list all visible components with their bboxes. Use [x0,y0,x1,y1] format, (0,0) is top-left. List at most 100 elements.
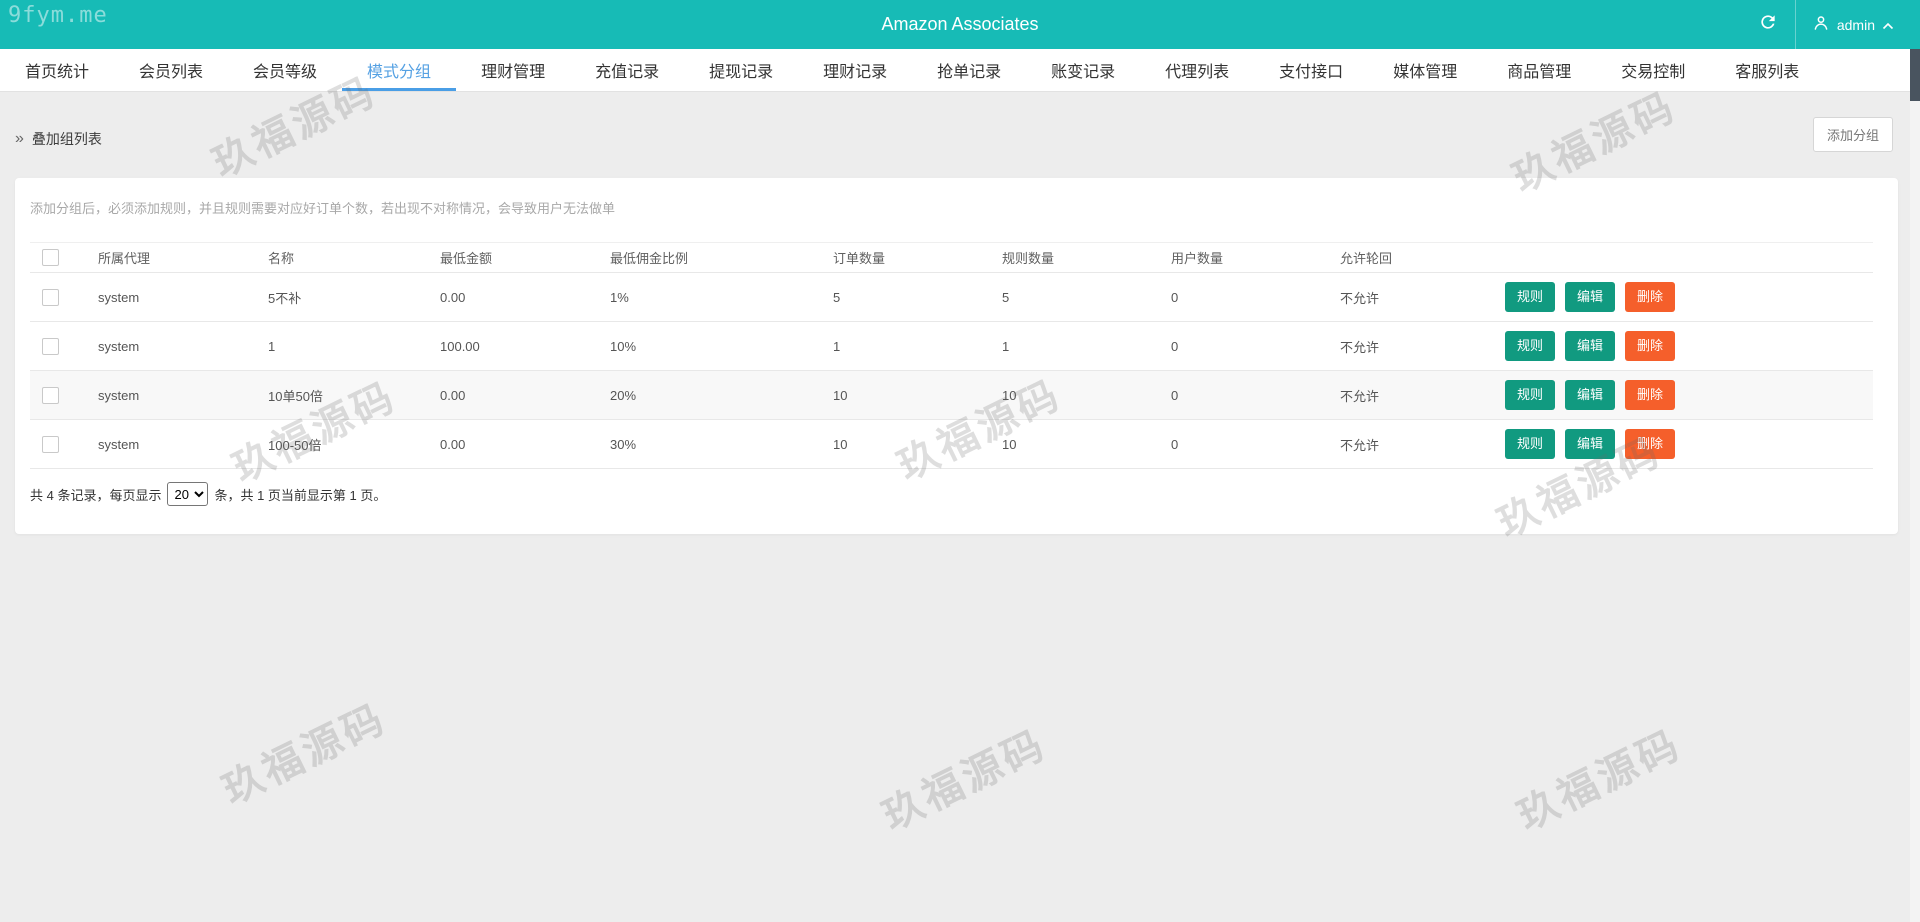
nav-tabs: 首页统计会员列表会员等级模式分组理财管理充值记录提现记录理财记录抢单记录账变记录… [0,49,1920,92]
column-header: 所属代理 [98,243,268,273]
table-row: system10单50倍0.0020%10100不允许规则编辑删除 [30,371,1873,420]
cell-name: 5不补 [268,273,440,322]
nav-tab-6[interactable]: 充值记录 [570,49,684,91]
cell-allow-cycle: 不允许 [1340,322,1475,371]
column-header: 名称 [268,243,440,273]
cell-agent: system [98,322,268,371]
cell-rule-count: 10 [1002,420,1171,469]
delete-button[interactable]: 删除 [1625,331,1675,361]
cell-min-commission: 30% [610,420,833,469]
cell-order-count: 5 [833,273,1002,322]
table-body: system5不补0.001%550不允许规则编辑删除system1100.00… [30,273,1873,469]
page-title: Amazon Associates [0,0,1920,49]
nav-tab-1[interactable]: 首页统计 [0,49,114,91]
column-header: 最低佣金比例 [610,243,833,273]
delete-button[interactable]: 删除 [1625,380,1675,410]
delete-button[interactable]: 删除 [1625,282,1675,312]
vertical-scrollbar[interactable] [1910,49,1920,922]
cell-name: 100-50倍 [268,420,440,469]
column-header-actions [1475,243,1873,273]
breadcrumb-bar: » 叠加组列表 添加分组 [0,92,1920,178]
refresh-icon [1758,12,1778,37]
notice-text: 添加分组后，必须添加规则，并且规则需要对应好订单个数，若出现不对称情况，会导致用… [30,198,1883,217]
cell-order-count: 10 [833,420,1002,469]
cell-min-amount: 0.00 [440,371,610,420]
rule-button[interactable]: 规则 [1505,429,1555,459]
watermark: 玖福源码 [871,712,1055,841]
nav-tab-3[interactable]: 会员等级 [228,49,342,91]
chevron-up-icon [1882,17,1894,33]
nav-tab-7[interactable]: 提现记录 [684,49,798,91]
nav-tab-15[interactable]: 交易控制 [1596,49,1710,91]
edit-button[interactable]: 编辑 [1565,282,1615,312]
cell-allow-cycle: 不允许 [1340,371,1475,420]
cell-user-count: 0 [1171,371,1340,420]
row-checkbox[interactable] [42,338,59,355]
username: admin [1837,17,1875,33]
cell-order-count: 10 [833,371,1002,420]
cell-user-count: 0 [1171,273,1340,322]
cell-name: 10单50倍 [268,371,440,420]
table-header-row: 所属代理名称最低金额最低佣金比例订单数量规则数量用户数量允许轮回 [30,243,1873,273]
watermark: 玖福源码 [211,686,395,815]
per-page-select[interactable]: 20 [167,482,208,506]
cell-user-count: 0 [1171,420,1340,469]
app-header: 9fym.me Amazon Associates admin [0,0,1920,49]
cell-min-commission: 10% [610,322,833,371]
cell-allow-cycle: 不允许 [1340,273,1475,322]
nav-tab-13[interactable]: 媒体管理 [1368,49,1482,91]
row-actions: 规则编辑删除 [1475,371,1873,420]
nav-tab-5[interactable]: 理财管理 [456,49,570,91]
user-menu[interactable]: admin [1796,0,1910,49]
delete-button[interactable]: 删除 [1625,429,1675,459]
select-all-checkbox[interactable] [42,249,59,266]
row-actions: 规则编辑删除 [1475,420,1873,469]
watermark: 玖福源码 [1506,712,1690,841]
scrollbar-thumb[interactable] [1910,49,1920,101]
cell-min-commission: 20% [610,371,833,420]
cell-rule-count: 5 [1002,273,1171,322]
rule-button[interactable]: 规则 [1505,380,1555,410]
nav-tab-10[interactable]: 账变记录 [1026,49,1140,91]
nav-tab-16[interactable]: 客服列表 [1710,49,1824,91]
user-icon [1812,14,1830,35]
column-header: 订单数量 [833,243,1002,273]
group-list-card: 添加分组后，必须添加规则，并且规则需要对应好订单个数，若出现不对称情况，会导致用… [15,178,1898,534]
edit-button[interactable]: 编辑 [1565,429,1615,459]
nav-tab-8[interactable]: 理财记录 [798,49,912,91]
breadcrumb-label: 叠加组列表 [32,129,102,149]
cell-min-amount: 0.00 [440,420,610,469]
cell-agent: system [98,371,268,420]
cell-rule-count: 10 [1002,371,1171,420]
group-table: 所属代理名称最低金额最低佣金比例订单数量规则数量用户数量允许轮回 system5… [30,242,1873,469]
table-row: system100-50倍0.0030%10100不允许规则编辑删除 [30,420,1873,469]
column-header: 用户数量 [1171,243,1340,273]
refresh-button[interactable] [1741,0,1795,49]
row-checkbox[interactable] [42,289,59,306]
edit-button[interactable]: 编辑 [1565,331,1615,361]
cell-order-count: 1 [833,322,1002,371]
cell-agent: system [98,273,268,322]
breadcrumb: » 叠加组列表 [15,129,102,149]
column-header: 规则数量 [1002,243,1171,273]
nav-tab-2[interactable]: 会员列表 [114,49,228,91]
pagination: 共 4 条记录，每页显示 20 条，共 1 页当前显示第 1 页。 [30,482,1883,506]
column-header: 最低金额 [440,243,610,273]
add-group-button[interactable]: 添加分组 [1813,117,1893,152]
nav-tab-4[interactable]: 模式分组 [342,49,456,91]
cell-name: 1 [268,322,440,371]
nav-tab-12[interactable]: 支付接口 [1254,49,1368,91]
edit-button[interactable]: 编辑 [1565,380,1615,410]
cell-min-amount: 0.00 [440,273,610,322]
row-checkbox[interactable] [42,387,59,404]
pagination-prefix: 共 4 条记录，每页显示 [30,485,161,504]
table-row: system5不补0.001%550不允许规则编辑删除 [30,273,1873,322]
nav-tab-9[interactable]: 抢单记录 [912,49,1026,91]
nav-tab-14[interactable]: 商品管理 [1482,49,1596,91]
rule-button[interactable]: 规则 [1505,331,1555,361]
row-checkbox[interactable] [42,436,59,453]
row-actions: 规则编辑删除 [1475,273,1873,322]
nav-tab-11[interactable]: 代理列表 [1140,49,1254,91]
cell-agent: system [98,420,268,469]
rule-button[interactable]: 规则 [1505,282,1555,312]
